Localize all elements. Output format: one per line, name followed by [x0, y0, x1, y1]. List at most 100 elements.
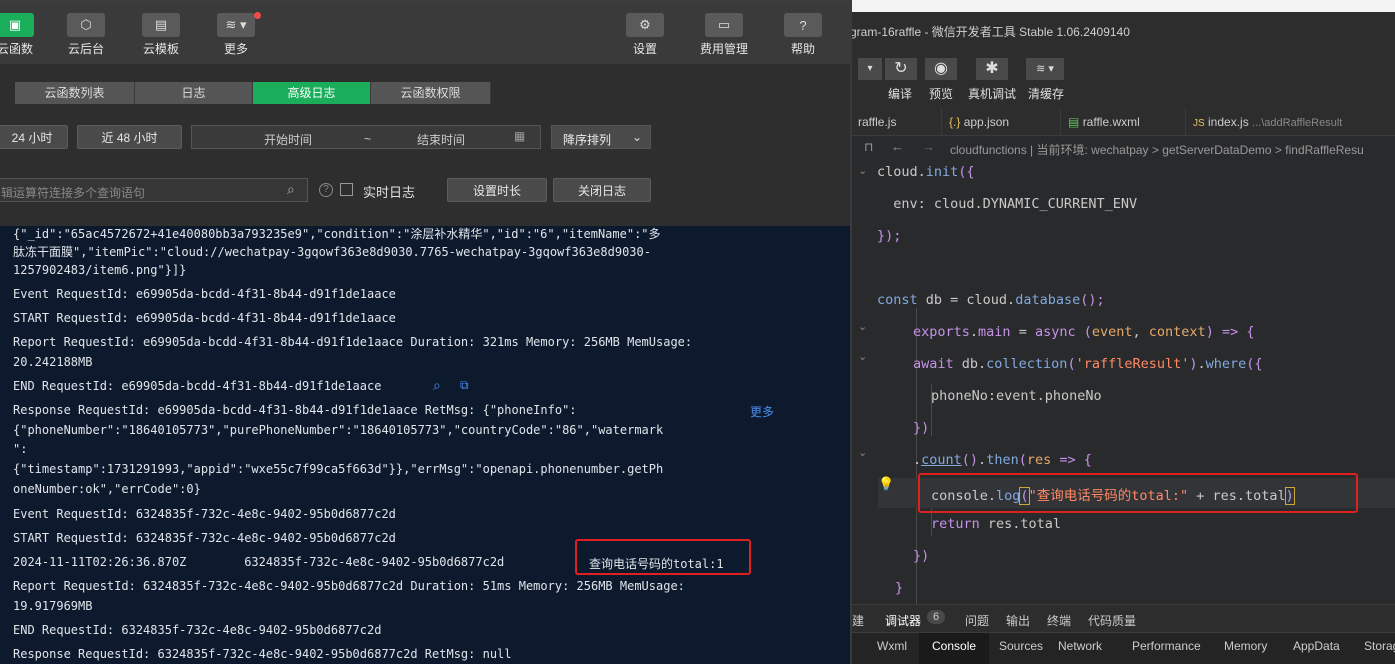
preview-label[interactable]: 预览	[929, 85, 953, 102]
tab-logs[interactable]: 日志	[135, 82, 253, 104]
tab-debugger[interactable]: 调试器	[885, 612, 922, 634]
tab-index-js[interactable]: JS index.js ...\addRaffleResult	[1187, 108, 1395, 136]
log-line: Report RequestId: e69905da-bcdd-4f31-8b4…	[13, 335, 693, 349]
code-line-5: const db = cloud.database();	[877, 292, 1105, 308]
code-line-2: env: cloud.DYNAMIC_CURRENT_ENV	[877, 196, 1138, 212]
tab-code-quality[interactable]: 代码质量	[1088, 612, 1136, 629]
sort-select[interactable]: 降序排列 ⌄	[551, 125, 651, 149]
toolbar-cloud-backend[interactable]: ⬡ 云后台	[58, 13, 114, 57]
ide-toolbar: ▾ ↻ ◉ ✱ ≋ ▾ 编译 预览 真机调试 清缓存	[852, 52, 1395, 108]
tab-advanced-logs[interactable]: 高级日志	[253, 82, 371, 104]
tab-performance[interactable]: Performance	[1132, 639, 1201, 653]
time-range-picker[interactable]: 开始时间 ~ 结束时间 ▦	[191, 125, 541, 149]
log-line: 1257902483/item6.png"}]}	[13, 263, 187, 277]
search-icon[interactable]: ⌕	[433, 377, 441, 394]
tab-wxml[interactable]: Wxml	[877, 639, 907, 653]
copy-icon[interactable]: ⧉	[460, 378, 469, 393]
tab-app-json[interactable]: {.} app.json	[943, 108, 1061, 136]
tab-function-list[interactable]: 云函数列表	[15, 82, 135, 104]
inspect-icon[interactable]: ▮	[852, 639, 853, 653]
compile-label[interactable]: 编译	[888, 85, 912, 102]
back-arrow-icon[interactable]: ←	[891, 139, 904, 154]
tab-network[interactable]: Network	[1058, 639, 1102, 653]
js-icon: JS	[1193, 118, 1205, 129]
badge-count: 6	[927, 610, 946, 624]
top-strip	[852, 0, 1395, 12]
console-output-highlight: 查询电话号码的total:1	[589, 557, 724, 571]
log-line: 20.242188MB	[13, 355, 93, 369]
more-link[interactable]: 更多	[750, 403, 774, 420]
refresh-icon[interactable]: ↻	[885, 58, 917, 80]
search-icon[interactable]: ⌕	[287, 181, 295, 198]
wxml-icon: ▤	[1068, 115, 1080, 129]
card-icon: ▭	[705, 13, 743, 37]
toolbar-more[interactable]: ≋ ▾ 更多	[208, 13, 264, 57]
btn-24h[interactable]: 24 小时	[0, 125, 68, 149]
bug-icon[interactable]: ✱	[976, 58, 1008, 80]
toolbar-cloud-template[interactable]: ▤ 云模板	[133, 13, 189, 57]
fold-icon[interactable]: ⌄	[858, 446, 867, 459]
toolbar-settings[interactable]: ⚙ 设置	[617, 13, 673, 57]
toolbar-billing[interactable]: ▭ 费用管理	[694, 13, 754, 57]
code-line-1: cloud.init({	[877, 164, 975, 180]
help-circle-icon[interactable]: ?	[319, 183, 333, 197]
log-line: END RequestId: 6324835f-732c-4e8c-9402-9…	[13, 623, 382, 637]
tab-appdata[interactable]: AppData	[1293, 639, 1340, 653]
query-placeholder: 辑运算符连接多个查询语句	[1, 186, 146, 200]
window-title: gram-16raffle - 微信开发者工具 Stable 1.06.2409…	[852, 25, 1130, 39]
code-editor[interactable]: ⌄ ⌄ ⌄ ⌄ 💡 cloud.init({ env: cloud.DYNAMI…	[852, 160, 1395, 608]
log-line: START RequestId: 6324835f-732c-4e8c-9402…	[13, 531, 396, 545]
layers-icon[interactable]: ≋ ▾	[1026, 58, 1064, 80]
clear-cache-label[interactable]: 清缓存	[1028, 85, 1064, 102]
forward-arrow-icon[interactable]: →	[922, 139, 935, 154]
tab-output[interactable]: 输出	[1006, 612, 1030, 629]
tab-raffle-js[interactable]: raffle.js	[852, 108, 942, 136]
cube-icon: ⬡	[67, 13, 105, 37]
tab-build[interactable]: 建	[852, 612, 864, 629]
log-line: {"phoneNumber":"18640105773","purePhoneN…	[13, 423, 664, 437]
template-icon: ▤	[142, 13, 180, 37]
help-icon: ?	[784, 13, 822, 37]
toolbar-help[interactable]: ? 帮助	[775, 13, 831, 57]
eye-icon[interactable]: ◉	[925, 58, 957, 80]
bookmark-icon[interactable]: ⊓	[864, 140, 873, 154]
real-device-debug-label[interactable]: 真机调试	[968, 85, 1016, 102]
fold-icon[interactable]: ⌄	[858, 320, 867, 333]
log-line: 19.917969MB	[13, 599, 93, 613]
log-line: {"timestamp":1731291993,"appid":"wxe55c7…	[13, 462, 664, 476]
tab-function-permissions[interactable]: 云函数权限	[371, 82, 491, 104]
realtime-checkbox[interactable]	[340, 183, 353, 196]
set-duration-button[interactable]: 设置时长	[447, 178, 547, 202]
code-line-12: return res.total	[931, 516, 1062, 532]
btn-48h[interactable]: 近 48 小时	[77, 125, 182, 149]
log-line: 肽冻干面膜","itemPic":"cloud://wechatpay-3gqo…	[13, 245, 651, 259]
breadcrumb: cloudfunctions | 当前环境: wechatpay > getSe…	[950, 143, 1364, 157]
tab-terminal[interactable]: 终端	[1047, 612, 1071, 629]
cloud-toolbar: ▣ 云函数 ⬡ 云后台 ▤ 云模板 ≋ ▾ 更多 ⚙ 设置 ▭ 费用管理 ? 帮…	[0, 0, 852, 64]
close-log-button[interactable]: 关闭日志	[553, 178, 651, 202]
tab-console[interactable]: Console	[919, 633, 990, 664]
query-input[interactable]: 辑运算符连接多个查询语句 ⌕	[0, 178, 308, 202]
log-line: 2024-11-11T02:26:36.870Z 6324835f-732c-4…	[13, 555, 505, 569]
log-line: START RequestId: e69905da-bcdd-4f31-8b44…	[13, 311, 396, 325]
tab-sources[interactable]: Sources	[999, 639, 1043, 653]
tab-storage[interactable]: Storag	[1364, 639, 1395, 653]
log-line: oneNumber:ok","errCode":0}	[13, 482, 201, 496]
file-tabs: raffle.js {.} app.json ▤ raffle.wxml JS …	[852, 108, 1395, 136]
tab-raffle-wxml[interactable]: ▤ raffle.wxml	[1062, 108, 1186, 136]
log-output: {"_id":"65ac4572672+41e40080bb3a793235e9…	[0, 226, 852, 664]
log-line: END RequestId: e69905da-bcdd-4f31-8b44-d…	[13, 379, 382, 393]
fold-icon[interactable]: ⌄	[858, 164, 867, 177]
tab-memory[interactable]: Memory	[1224, 639, 1267, 653]
code-line-9: })	[913, 420, 930, 436]
chevron-down-icon: ⌄	[632, 130, 643, 144]
toolbar-cloud-function[interactable]: ▣ 云函数	[0, 13, 44, 57]
start-time: 开始时间	[264, 133, 313, 147]
mode-dropdown[interactable]: ▾	[858, 58, 882, 80]
cloud-console-panel: ▣ 云函数 ⬡ 云后台 ▤ 云模板 ≋ ▾ 更多 ⚙ 设置 ▭ 费用管理 ? 帮…	[0, 0, 852, 664]
fold-icon[interactable]: ⌄	[858, 350, 867, 363]
code-line-7: await db.collection('raffleResult').wher…	[913, 356, 1263, 372]
tab-problems[interactable]: 问题	[965, 612, 989, 629]
code-line-3: });	[877, 228, 902, 244]
lightbulb-icon[interactable]: 💡	[878, 476, 894, 492]
